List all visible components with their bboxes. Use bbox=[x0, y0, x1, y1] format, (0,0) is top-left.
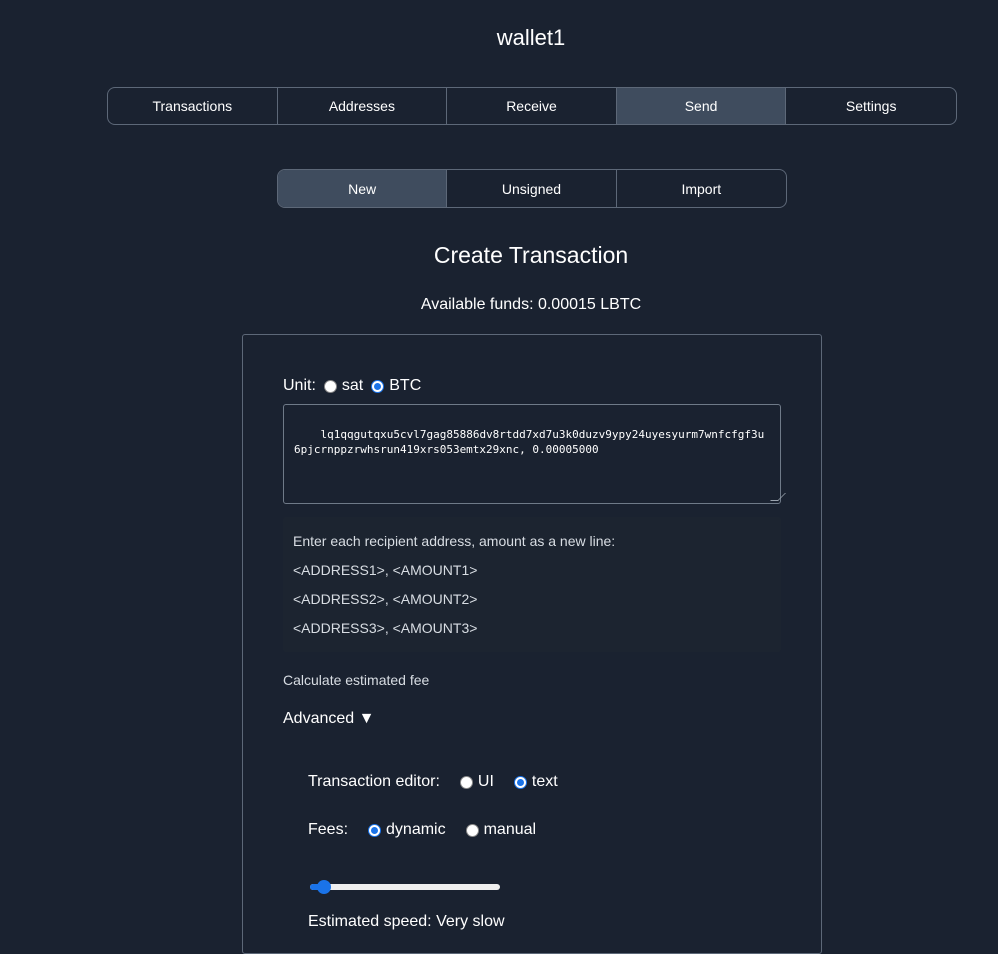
unit-sat-radio[interactable] bbox=[323, 379, 337, 393]
recipients-help: Enter each recipient address, amount as … bbox=[283, 517, 781, 652]
fees-manual-radio[interactable] bbox=[465, 823, 479, 837]
send-sub-tabs: New Unsigned Import bbox=[277, 169, 787, 208]
fees-selector: Fees: dynamic manual bbox=[308, 821, 536, 839]
tab-transactions[interactable]: Transactions bbox=[108, 88, 278, 124]
estimated-speed: Estimated speed: Very slow bbox=[308, 913, 505, 930]
wallet-title: wallet1 bbox=[496, 25, 566, 50]
transaction-editor-selector: Transaction editor: UI text bbox=[308, 773, 558, 791]
tab-receive[interactable]: Receive bbox=[447, 88, 617, 124]
unit-sat-label[interactable]: sat bbox=[342, 377, 363, 395]
fee-slider-thumb[interactable] bbox=[317, 880, 331, 894]
recipients-textarea[interactable]: lq1qqgutqxu5cvl7gag85886dv8rtdd7xd7u3k0d… bbox=[283, 404, 786, 504]
unit-label: Unit: bbox=[283, 377, 316, 394]
unit-selector: Unit: sat BTC bbox=[283, 377, 421, 395]
advanced-toggle[interactable]: Advanced ▼ bbox=[283, 710, 374, 728]
recipients-text: lq1qqgutqxu5cvl7gag85886dv8rtdd7xd7u3k0d… bbox=[294, 428, 765, 456]
fees-label: Fees: bbox=[308, 821, 349, 838]
help-line: <ADDRESS1>, <AMOUNT1> bbox=[293, 562, 478, 578]
editor-label: Transaction editor: bbox=[308, 773, 440, 790]
calculate-fee-link[interactable]: Calculate estimated fee bbox=[283, 672, 429, 688]
fee-slider[interactable] bbox=[310, 880, 500, 894]
unit-btc-radio[interactable] bbox=[371, 379, 385, 393]
editor-ui-radio[interactable] bbox=[459, 775, 473, 789]
subtab-unsigned[interactable]: Unsigned bbox=[447, 170, 617, 207]
subtab-new[interactable]: New bbox=[278, 170, 448, 207]
unit-btc-label[interactable]: BTC bbox=[389, 377, 421, 395]
help-intro: Enter each recipient address, amount as … bbox=[293, 533, 616, 549]
create-transaction-panel: Unit: sat BTC lq1qqgutqxu5cvl7gag85886dv… bbox=[242, 334, 822, 954]
page-heading: Create Transaction bbox=[433, 242, 629, 268]
subtab-import[interactable]: Import bbox=[617, 170, 786, 207]
main-tabs: Transactions Addresses Receive Send Sett… bbox=[107, 87, 957, 125]
tab-addresses[interactable]: Addresses bbox=[278, 88, 448, 124]
editor-ui-label[interactable]: UI bbox=[478, 773, 494, 791]
help-line: <ADDRESS2>, <AMOUNT2> bbox=[293, 591, 478, 607]
editor-text-radio[interactable] bbox=[513, 775, 527, 789]
fees-dynamic-radio[interactable] bbox=[368, 823, 382, 837]
fee-slider-track[interactable] bbox=[310, 884, 500, 890]
fees-dynamic-label[interactable]: dynamic bbox=[386, 821, 446, 839]
tab-send[interactable]: Send bbox=[616, 88, 787, 124]
fees-manual-label[interactable]: manual bbox=[484, 821, 536, 839]
available-funds: Available funds: 0.00015 LBTC bbox=[420, 296, 642, 313]
editor-text-label[interactable]: text bbox=[532, 773, 558, 791]
tab-settings[interactable]: Settings bbox=[786, 88, 956, 124]
help-line: <ADDRESS3>, <AMOUNT3> bbox=[293, 620, 478, 636]
resize-grip-icon[interactable] bbox=[770, 493, 786, 501]
